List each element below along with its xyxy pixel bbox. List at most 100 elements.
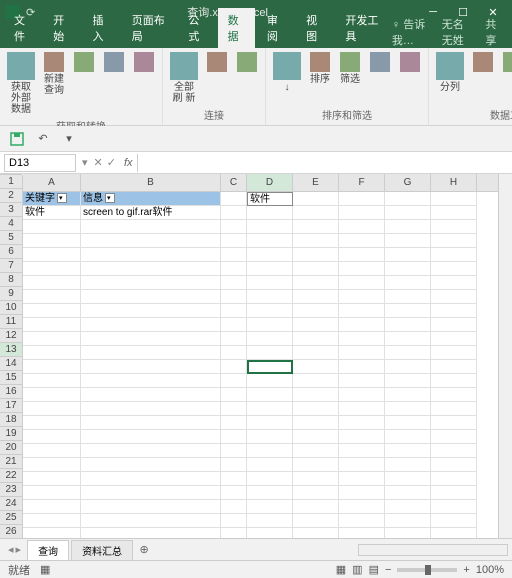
- cell[interactable]: [293, 374, 339, 388]
- cell[interactable]: [221, 374, 247, 388]
- cell[interactable]: [221, 360, 247, 374]
- cell[interactable]: screen to gif.rar软件: [81, 206, 221, 220]
- tab-data[interactable]: 数据: [218, 8, 255, 48]
- cell[interactable]: [23, 360, 81, 374]
- cell[interactable]: [385, 360, 431, 374]
- cell[interactable]: [221, 444, 247, 458]
- tab-review[interactable]: 审阅: [257, 8, 294, 48]
- row-header[interactable]: 2: [0, 189, 22, 203]
- cell[interactable]: [247, 248, 293, 262]
- cell[interactable]: [247, 276, 293, 290]
- sheet-tab-summary[interactable]: 资料汇总: [71, 540, 133, 560]
- column-header[interactable]: H: [431, 174, 477, 191]
- cell[interactable]: [81, 402, 221, 416]
- cell[interactable]: [293, 262, 339, 276]
- cell[interactable]: [247, 220, 293, 234]
- cell[interactable]: [247, 360, 293, 374]
- row-header[interactable]: 5: [0, 231, 22, 245]
- cell[interactable]: [221, 472, 247, 486]
- row-header[interactable]: 19: [0, 427, 22, 441]
- cell[interactable]: [385, 514, 431, 528]
- cell[interactable]: [293, 430, 339, 444]
- cell[interactable]: [221, 416, 247, 430]
- cell[interactable]: [23, 220, 81, 234]
- cell[interactable]: [293, 360, 339, 374]
- cell[interactable]: [23, 486, 81, 500]
- cell[interactable]: [23, 472, 81, 486]
- cell[interactable]: [339, 430, 385, 444]
- cell[interactable]: [221, 318, 247, 332]
- view-pagelayout-icon[interactable]: ▥: [352, 563, 362, 576]
- cell[interactable]: [81, 500, 221, 514]
- ribbon-item[interactable]: ↓: [270, 50, 304, 95]
- ribbon-item[interactable]: 获取 外部数据: [4, 50, 38, 117]
- cell[interactable]: [293, 192, 339, 206]
- row-header[interactable]: 14: [0, 357, 22, 371]
- cell[interactable]: [23, 500, 81, 514]
- cell[interactable]: 信息: [81, 192, 221, 206]
- cell[interactable]: [293, 388, 339, 402]
- row-header[interactable]: 22: [0, 469, 22, 483]
- cell[interactable]: [385, 318, 431, 332]
- tell-me[interactable]: ♀ 告诉我…: [392, 16, 434, 48]
- column-header[interactable]: D: [247, 174, 293, 191]
- cell[interactable]: [293, 514, 339, 528]
- cell[interactable]: [339, 500, 385, 514]
- qat-dropdown-icon[interactable]: ▾: [60, 130, 78, 148]
- cell[interactable]: [431, 346, 477, 360]
- cell[interactable]: [431, 472, 477, 486]
- cell[interactable]: [247, 430, 293, 444]
- cell[interactable]: 软件: [23, 206, 81, 220]
- cell[interactable]: [293, 402, 339, 416]
- row-header[interactable]: 11: [0, 315, 22, 329]
- formula-bar[interactable]: [137, 154, 512, 172]
- row-header[interactable]: 16: [0, 385, 22, 399]
- cell[interactable]: [221, 234, 247, 248]
- cell[interactable]: [81, 220, 221, 234]
- cell[interactable]: [23, 248, 81, 262]
- cell[interactable]: [293, 500, 339, 514]
- cell[interactable]: [221, 262, 247, 276]
- cell[interactable]: 软件: [247, 192, 293, 206]
- cell[interactable]: [431, 262, 477, 276]
- save-icon[interactable]: [8, 130, 26, 148]
- cell[interactable]: [339, 318, 385, 332]
- cell[interactable]: [431, 206, 477, 220]
- cell[interactable]: [23, 276, 81, 290]
- cell[interactable]: [385, 220, 431, 234]
- cell[interactable]: [81, 374, 221, 388]
- column-header[interactable]: F: [339, 174, 385, 191]
- row-header[interactable]: 8: [0, 273, 22, 287]
- tab-file[interactable]: 文件: [4, 8, 41, 48]
- cell[interactable]: [23, 318, 81, 332]
- cell[interactable]: [339, 276, 385, 290]
- cell[interactable]: [339, 290, 385, 304]
- cell[interactable]: [431, 276, 477, 290]
- cell[interactable]: [293, 486, 339, 500]
- view-normal-icon[interactable]: ▦: [336, 563, 346, 576]
- cell[interactable]: [247, 500, 293, 514]
- cell[interactable]: [385, 472, 431, 486]
- cell[interactable]: [431, 318, 477, 332]
- ribbon-item[interactable]: [396, 50, 424, 76]
- enter-formula-icon[interactable]: ✓: [107, 156, 116, 169]
- row-header[interactable]: 6: [0, 245, 22, 259]
- cells[interactable]: 关键字信息软件软件screen to gif.rar软件: [23, 192, 498, 538]
- cell[interactable]: [247, 206, 293, 220]
- cell[interactable]: [339, 234, 385, 248]
- cell[interactable]: [23, 262, 81, 276]
- cell[interactable]: [339, 220, 385, 234]
- cell[interactable]: [23, 444, 81, 458]
- cell[interactable]: [23, 458, 81, 472]
- cell[interactable]: [81, 248, 221, 262]
- cell[interactable]: [247, 262, 293, 276]
- cell[interactable]: [431, 458, 477, 472]
- cell[interactable]: [247, 444, 293, 458]
- cell[interactable]: [339, 248, 385, 262]
- ribbon-item[interactable]: 分列: [433, 50, 467, 95]
- cell[interactable]: [385, 192, 431, 206]
- cell[interactable]: [23, 416, 81, 430]
- cell[interactable]: [81, 472, 221, 486]
- cell[interactable]: [247, 318, 293, 332]
- column-header[interactable]: B: [81, 174, 221, 191]
